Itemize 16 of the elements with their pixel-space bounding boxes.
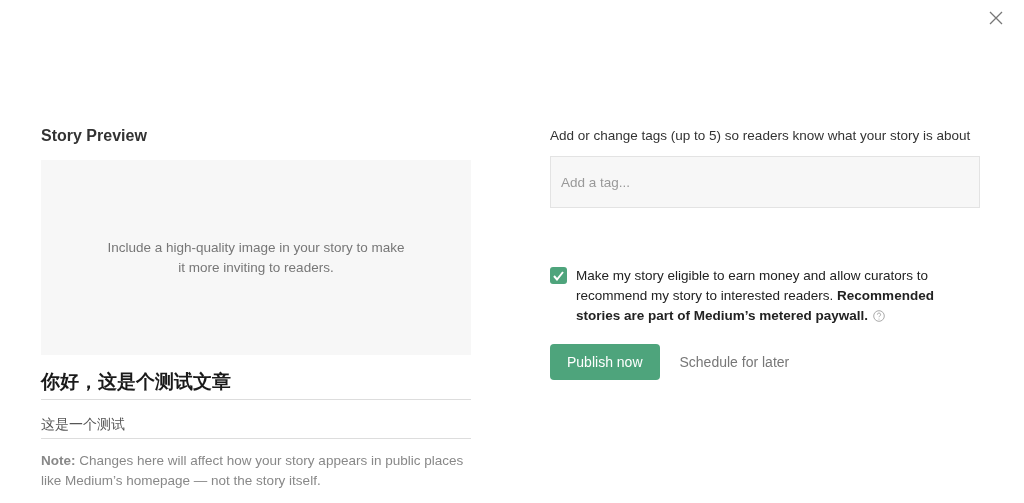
- checkbox[interactable]: [550, 267, 567, 284]
- eligibility-text: Make my story eligible to earn money and allow curators to recommend my story to interested readers. Recommended stories are part of Medium’s metered paywall.: [576, 267, 935, 325]
- close-button[interactable]: [988, 10, 1004, 26]
- image-placeholder[interactable]: Include a high-quality image in your story to make it more inviting to readers.: [41, 160, 471, 355]
- help-icon[interactable]: [873, 310, 886, 322]
- title-field[interactable]: 你好，这是个测试文章: [41, 369, 471, 400]
- close-icon: [989, 11, 1003, 25]
- check-icon: [553, 270, 564, 281]
- image-hint: Include a high-quality image in your story to make it more inviting to readers.: [106, 238, 406, 277]
- schedule-link[interactable]: Schedule for later: [679, 351, 790, 373]
- note-text: Note: Changes here will affect how your story appears in public places like Medium’s homepage — not the story itself.: [41, 452, 465, 490]
- tags-label: Add or change tags (up to 5) so readers know what your story is about: [550, 127, 971, 145]
- tag-input-field[interactable]: Add a tag...: [550, 156, 980, 208]
- section-heading: Story Preview: [41, 126, 148, 146]
- subtitle-field[interactable]: 这是一个测试: [41, 414, 471, 439]
- publish-button[interactable]: Publish now: [550, 344, 660, 380]
